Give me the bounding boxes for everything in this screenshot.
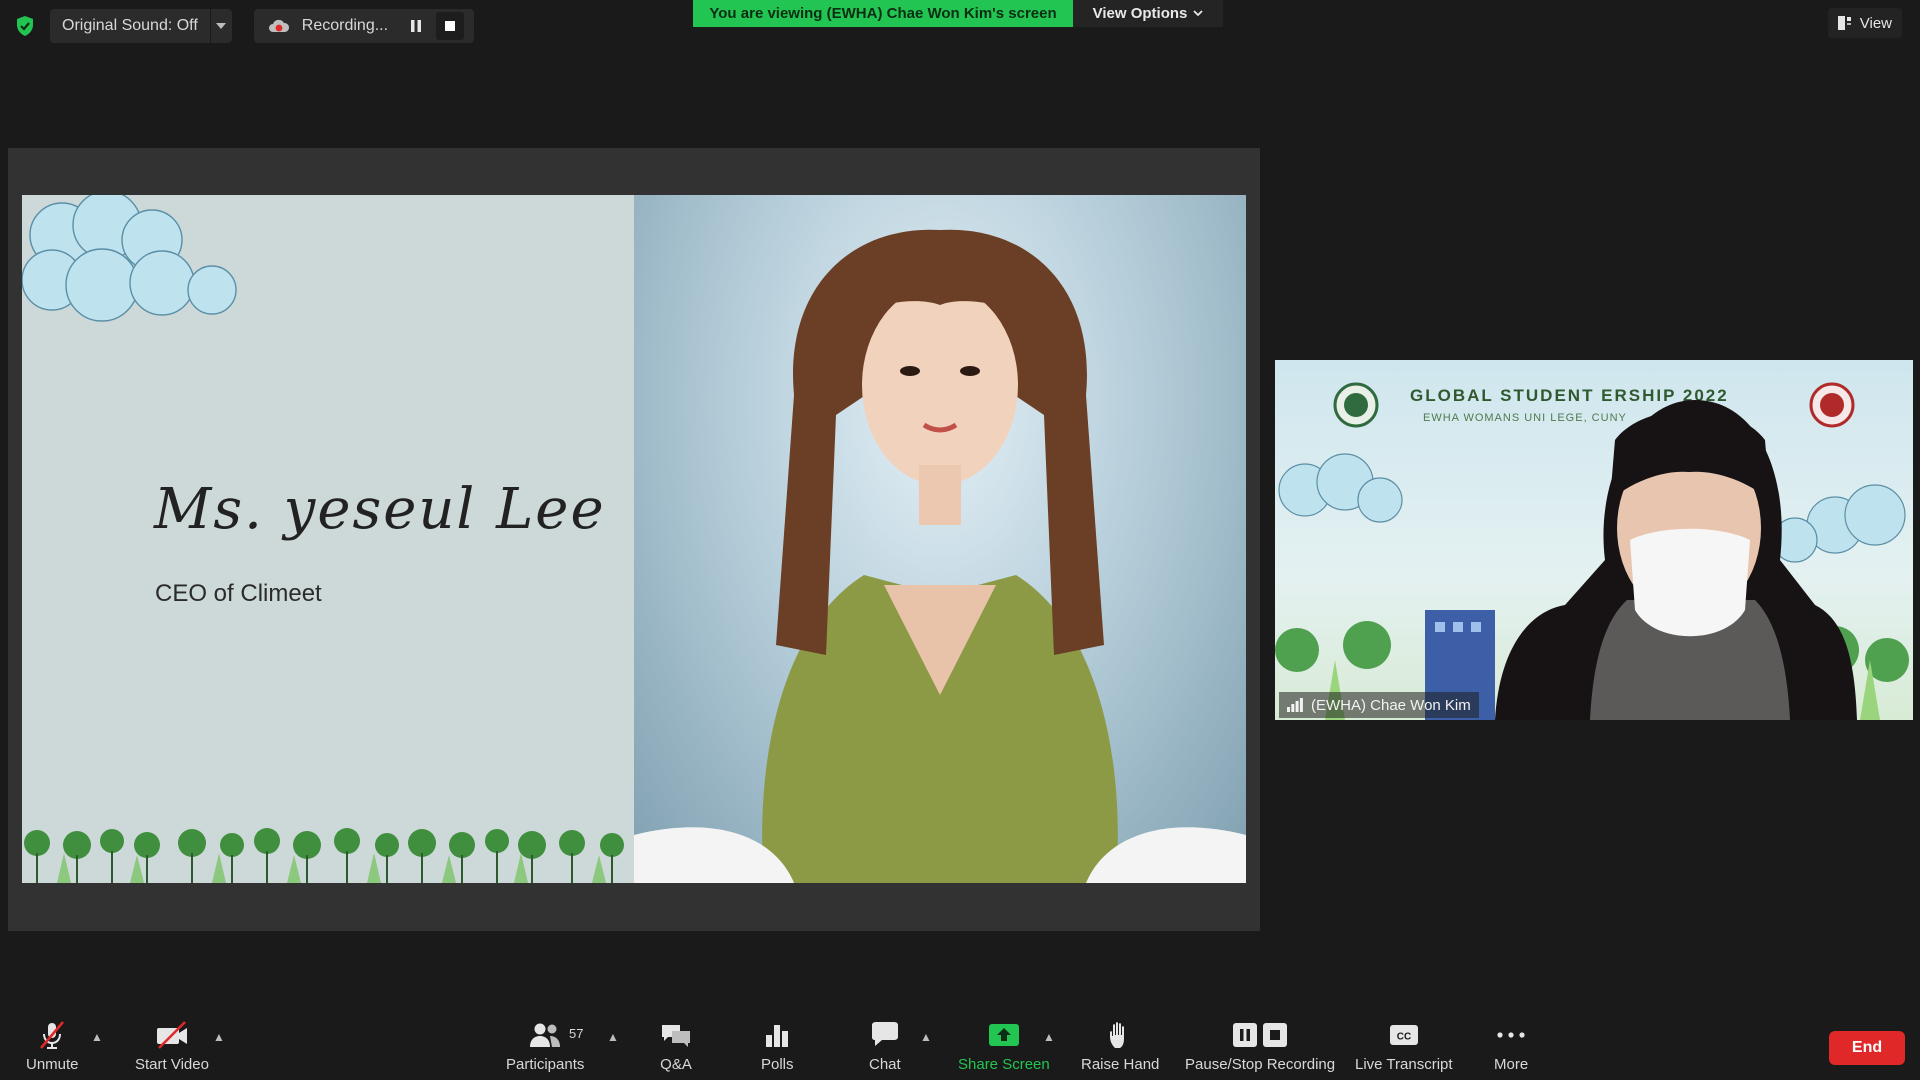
share-screen-icon [988, 1024, 1019, 1046]
more-label: More [1494, 1056, 1529, 1073]
view-options-label: View Options [1092, 5, 1188, 22]
video-options-caret[interactable]: ▲ [213, 1030, 225, 1044]
original-sound-button[interactable]: Original Sound: Off [50, 17, 210, 35]
tile-background-illustration [1275, 400, 1909, 720]
speaker-photo [634, 195, 1246, 883]
presentation-slide: Ms. yeseul Lee CEO of Climeet [22, 195, 1246, 883]
pause-icon [1233, 1023, 1258, 1047]
recording-label: Recording... [301, 17, 389, 34]
polls-icon [766, 1025, 789, 1047]
raise-hand-button[interactable]: Raise Hand [1081, 1018, 1159, 1073]
participants-label: Participants [506, 1056, 585, 1073]
shared-screen: Ms. yeseul Lee CEO of Climeet [8, 148, 1260, 931]
live-transcript-label: Live Transcript [1355, 1056, 1453, 1073]
stop-icon [444, 21, 455, 31]
polls-label: Polls [761, 1056, 794, 1073]
cloud-recording-icon [268, 19, 289, 32]
qa-icon [662, 1025, 690, 1047]
share-screen-label: Share Screen [958, 1056, 1050, 1073]
recording-indicator: Recording... [253, 9, 474, 43]
pause-icon [410, 20, 421, 32]
view-label: View [1859, 14, 1892, 32]
raise-hand-icon [1110, 1022, 1125, 1048]
stop-icon [1263, 1023, 1288, 1047]
polls-button[interactable]: Polls [761, 1018, 794, 1073]
view-options-button[interactable]: View Options [1073, 0, 1223, 27]
slide-text-panel: Ms. yeseul Lee CEO of Climeet [22, 195, 634, 883]
chevron-down-icon [1193, 10, 1204, 17]
muted-microphone-icon [40, 1021, 65, 1049]
more-icon [1497, 1032, 1525, 1038]
more-button[interactable]: More [1494, 1018, 1528, 1073]
pause-stop-recording-button[interactable]: Pause/Stop Recording [1185, 1018, 1335, 1073]
participant-video-tile[interactable]: GLOBAL STUDENT ERSHIP 2022 EWHA WOMANS U… [1275, 360, 1913, 720]
share-screen-button[interactable]: Share Screen [958, 1018, 1050, 1073]
unmute-label: Unmute [26, 1056, 79, 1073]
original-sound-dropdown[interactable] [209, 9, 232, 43]
stop-recording-button[interactable] [435, 12, 464, 40]
video-off-icon [156, 1021, 187, 1049]
start-video-label: Start Video [135, 1056, 209, 1073]
live-transcript-button[interactable]: CC Live Transcript [1355, 1018, 1453, 1073]
top-left-controls: Original Sound: Off Recording... [12, 8, 474, 44]
speaker-portrait-illustration [634, 229, 1246, 883]
view-layout-icon [1837, 16, 1851, 30]
raise-hand-label: Raise Hand [1081, 1056, 1160, 1073]
pause-stop-recording-label: Pause/Stop Recording [1185, 1056, 1336, 1073]
chat-button[interactable]: Chat [869, 1018, 901, 1073]
unmute-button[interactable]: Unmute [26, 1018, 79, 1073]
participant-name-label: (EWHA) Chae Won Kim [1279, 692, 1479, 718]
signal-strength-icon [1287, 698, 1303, 712]
qa-button[interactable]: Q&A [660, 1018, 692, 1073]
share-screen-options-caret[interactable]: ▲ [1043, 1030, 1055, 1044]
svg-text:CC: CC [1397, 1032, 1411, 1043]
shield-icon[interactable] [12, 13, 38, 39]
original-sound-control: Original Sound: Off [50, 9, 232, 43]
participants-options-caret[interactable]: ▲ [607, 1030, 619, 1044]
tree-border-illustration [24, 828, 624, 883]
view-button[interactable]: View [1827, 8, 1902, 38]
closed-caption-icon: CC [1389, 1025, 1418, 1045]
end-meeting-button[interactable]: End [1829, 1031, 1905, 1065]
start-video-button[interactable]: Start Video [135, 1018, 209, 1073]
participants-icon [530, 1023, 561, 1047]
speaker-role: CEO of Climeet [155, 580, 322, 607]
viewing-screen-banner: You are viewing (EWHA) Chae Won Kim's sc… [693, 0, 1073, 27]
pause-recording-button[interactable] [402, 12, 430, 40]
cloud-illustration [22, 195, 237, 322]
qa-label: Q&A [660, 1056, 692, 1073]
participant-count: 57 [569, 1026, 584, 1041]
participant-name: (EWHA) Chae Won Kim [1311, 696, 1471, 714]
chat-label: Chat [869, 1056, 901, 1073]
chat-options-caret[interactable]: ▲ [920, 1030, 932, 1044]
chevron-down-icon [216, 23, 227, 29]
chat-icon [871, 1022, 898, 1046]
meeting-toolbar: Unmute ▲ Start Video ▲ Participants 57 ▲… [0, 1008, 1920, 1080]
speaker-name: Ms. yeseul Lee [154, 477, 606, 542]
audio-options-caret[interactable]: ▲ [91, 1030, 103, 1044]
